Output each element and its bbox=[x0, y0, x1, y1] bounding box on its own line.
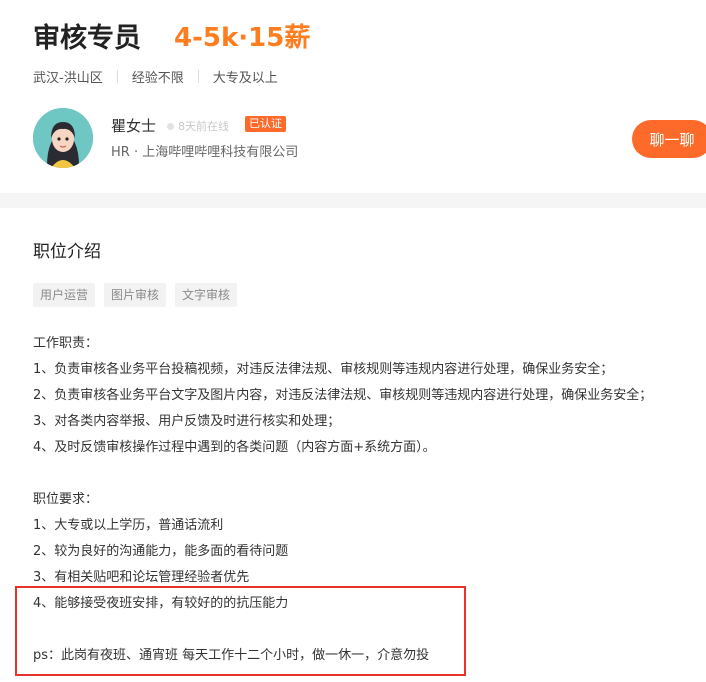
job-description: 职位介绍 用户运营 图片审核 文字审核 工作职责： 1、负责审核各业务平台投稿视… bbox=[0, 208, 706, 682]
duty-item: 4、及时反馈审核操作过程中遇到的各类问题（内容方面+系统方面）。 bbox=[33, 440, 436, 455]
online-status: 8天前在线 bbox=[167, 118, 229, 134]
hr-card: 瞿女士 8天前在线 已认证 HR · 上海哔哩哔哩科技有限公司 聊一聊 bbox=[0, 100, 706, 193]
requirement-item: 2、较为良好的沟通能力，能多面的看待问题 bbox=[33, 544, 289, 559]
job-education: 大专及以上 bbox=[212, 71, 278, 86]
chat-button[interactable]: 聊一聊 bbox=[632, 120, 706, 158]
requirement-item: 1、大专或以上学历，普通话流利 bbox=[33, 518, 224, 533]
verified-badge: 已认证 bbox=[245, 116, 286, 132]
job-title: 审核专员 bbox=[33, 23, 141, 54]
job-experience: 经验不限 bbox=[131, 71, 184, 86]
avatar[interactable] bbox=[33, 108, 93, 168]
online-status-text: 8天前在线 bbox=[178, 120, 229, 133]
job-meta: 武汉-洪山区 经验不限 大专及以上 bbox=[33, 67, 278, 86]
requirements-title: 职位要求： bbox=[33, 492, 99, 507]
highlight-box bbox=[15, 586, 466, 676]
status-dot-icon bbox=[167, 122, 174, 130]
skill-tag[interactable]: 图片审核 bbox=[104, 283, 167, 307]
job-header: 审核专员 4-5k·15薪 武汉-洪山区 经验不限 大专及以上 bbox=[0, 0, 706, 100]
salary: 4-5k·15薪 bbox=[174, 23, 311, 53]
divider bbox=[197, 70, 199, 83]
duties-title: 工作职责： bbox=[33, 336, 99, 351]
divider bbox=[116, 70, 118, 83]
hr-name: 瞿女士 bbox=[111, 117, 157, 135]
duty-item: 3、对各类内容举报、用户反馈及时进行核实和处理； bbox=[33, 414, 341, 429]
skill-tag[interactable]: 用户运营 bbox=[33, 283, 96, 307]
hr-company: HR · 上海哔哩哔哩科技有限公司 bbox=[111, 145, 299, 160]
duty-item: 1、负责审核各业务平台投稿视频，对违反法律法规、审核规则等违规内容进行处理，确保… bbox=[33, 362, 614, 377]
job-location: 武汉-洪山区 bbox=[33, 71, 103, 86]
duty-item: 2、负责审核各业务平台文字及图片内容，对违反法律法规、审核规则等违规内容进行处理… bbox=[33, 388, 653, 403]
avatar-illustration-icon bbox=[33, 108, 93, 168]
section-title: 职位介绍 bbox=[33, 242, 101, 262]
skill-tags: 用户运营 图片审核 文字审核 bbox=[33, 283, 246, 307]
skill-tag[interactable]: 文字审核 bbox=[175, 283, 238, 307]
